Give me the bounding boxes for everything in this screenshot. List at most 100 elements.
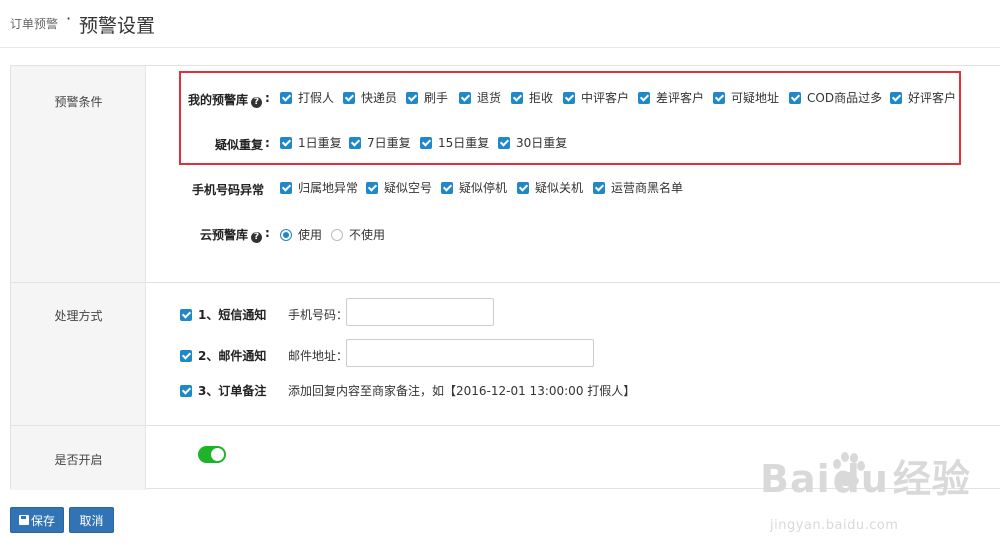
checkbox-check-icon[interactable] [180, 384, 192, 397]
checkbox-guishudi[interactable]: 归属地异常 [280, 179, 358, 196]
phone-field-label: 手机号码： [288, 308, 349, 322]
checkbox-label: COD商品过多 [807, 91, 883, 105]
checkbox-label: 刷手 [424, 91, 449, 105]
sms-notify-label: 1、短信通知 [198, 308, 267, 322]
baidu-paw-icon [833, 452, 865, 487]
checkbox-chaping[interactable]: 差评客户 [638, 89, 704, 106]
cloud-library-label-text: 云预警库 [200, 228, 249, 242]
cloud-library-label: 云预警库? [200, 226, 263, 243]
checkbox-haoping[interactable]: 好评客户 [890, 89, 956, 106]
checkbox-check-icon[interactable] [593, 181, 605, 194]
colon: : [265, 226, 270, 240]
checkbox-label: 疑似停机 [459, 181, 508, 195]
my-library-label: 我的预警库? [188, 91, 263, 108]
save-icon [18, 515, 29, 525]
checkbox-label: 好评客户 [908, 91, 957, 105]
checkbox-label: 差评客户 [656, 91, 705, 105]
phone-number-input[interactable] [346, 298, 494, 326]
breadcrumb-separator: · [66, 9, 72, 28]
checkbox-check-icon[interactable] [280, 181, 292, 194]
radio-label: 不使用 [349, 228, 386, 242]
checkbox-check-icon[interactable] [343, 91, 355, 104]
checkbox-label: 1日重复 [298, 136, 342, 150]
checkbox-zhongping[interactable]: 中评客户 [563, 89, 629, 106]
checkbox-guanji[interactable]: 疑似关机 [517, 179, 583, 196]
checkbox-label: 7日重复 [367, 136, 411, 150]
checkbox-sms-notify[interactable]: 1、短信通知 [180, 306, 266, 323]
checkbox-shuashou[interactable]: 刷手 [406, 89, 448, 106]
checkbox-label: 30日重复 [516, 136, 568, 150]
checkbox-heimingdan[interactable]: 运营商黑名单 [593, 179, 683, 196]
checkbox-email-notify[interactable]: 2、邮件通知 [180, 347, 266, 364]
remark-note: 添加回复内容至商家备注，如【2016-12-01 13:00:00 打假人】 [288, 384, 636, 398]
email-address-input[interactable] [346, 339, 594, 367]
help-icon[interactable]: ? [251, 97, 263, 108]
checkbox-check-icon[interactable] [638, 91, 650, 104]
checkbox-label: 归属地异常 [298, 181, 359, 195]
checkbox-keyi-dizhi[interactable]: 可疑地址 [713, 89, 779, 106]
colon: : [265, 91, 270, 105]
checkbox-konghao[interactable]: 疑似空号 [366, 179, 432, 196]
radio-selected-icon[interactable] [280, 228, 292, 241]
checkbox-check-icon[interactable] [890, 91, 902, 104]
checkbox-check-icon[interactable] [459, 91, 471, 104]
checkbox-30day[interactable]: 30日重复 [498, 134, 567, 151]
checkbox-label: 快递员 [361, 91, 398, 105]
phone-abnormal-label: 手机号码异常 [192, 183, 265, 197]
checkbox-check-icon[interactable] [517, 181, 529, 194]
divider [11, 425, 1000, 426]
colon: : [265, 136, 270, 150]
checkbox-order-remark[interactable]: 3、订单备注 [180, 382, 266, 399]
checkbox-7day[interactable]: 7日重复 [349, 134, 411, 151]
checkbox-check-icon[interactable] [349, 136, 361, 149]
methods-side: 处理方式 [11, 283, 146, 425]
checkbox-check-icon[interactable] [280, 136, 292, 149]
enable-toggle[interactable] [198, 446, 226, 463]
my-library-label-text: 我的预警库 [188, 93, 249, 107]
checkbox-cod[interactable]: COD商品过多 [789, 89, 882, 106]
checkbox-check-icon[interactable] [180, 308, 192, 321]
breadcrumb[interactable]: 订单预警 [10, 15, 58, 32]
page-title: 预警设置 [79, 15, 156, 37]
checkbox-check-icon[interactable] [713, 91, 725, 104]
checkbox-check-icon[interactable] [789, 91, 801, 104]
cancel-button-label: 取消 [79, 513, 104, 528]
save-button[interactable]: 保存 [10, 507, 64, 533]
email-notify-label: 2、邮件通知 [198, 349, 267, 363]
email-field-label: 邮件地址： [288, 349, 349, 363]
enable-section-label: 是否开启 [54, 453, 103, 467]
checkbox-check-icon[interactable] [511, 91, 523, 104]
radio-not-use[interactable]: 不使用 [331, 226, 385, 243]
watermark-brand-text: Bai [760, 457, 831, 501]
checkbox-1day[interactable]: 1日重复 [280, 134, 342, 151]
checkbox-tuihuo[interactable]: 退货 [459, 89, 501, 106]
checkbox-kuaidiyuan[interactable]: 快递员 [343, 89, 397, 106]
checkbox-dajiaren[interactable]: 打假人 [280, 89, 334, 106]
checkbox-label: 中评客户 [581, 91, 630, 105]
checkbox-check-icon[interactable] [563, 91, 575, 104]
checkbox-check-icon[interactable] [406, 91, 418, 104]
cancel-button[interactable]: 取消 [69, 507, 114, 533]
checkbox-check-icon[interactable] [498, 136, 510, 149]
help-icon[interactable]: ? [251, 232, 263, 243]
order-remark-label: 3、订单备注 [198, 384, 267, 398]
checkbox-label: 疑似空号 [384, 181, 433, 195]
checkbox-check-icon[interactable] [441, 181, 453, 194]
watermark-url: jingyan.baidu.com [770, 518, 899, 533]
enable-side: 是否开启 [11, 426, 146, 490]
radio-use[interactable]: 使用 [280, 226, 322, 243]
save-button-label: 保存 [30, 513, 55, 528]
radio-empty-icon[interactable] [331, 228, 343, 241]
checkbox-label: 退货 [477, 91, 502, 105]
checkbox-15day[interactable]: 15日重复 [420, 134, 489, 151]
checkbox-check-icon[interactable] [280, 91, 292, 104]
methods-section-label: 处理方式 [54, 309, 103, 323]
checkbox-label: 拒收 [529, 91, 554, 105]
checkbox-tingji[interactable]: 疑似停机 [441, 179, 507, 196]
checkbox-jushou[interactable]: 拒收 [511, 89, 553, 106]
checkbox-label: 打假人 [298, 91, 335, 105]
checkbox-label: 疑似关机 [535, 181, 584, 195]
checkbox-check-icon[interactable] [420, 136, 432, 149]
checkbox-check-icon[interactable] [180, 349, 192, 362]
checkbox-check-icon[interactable] [366, 181, 378, 194]
